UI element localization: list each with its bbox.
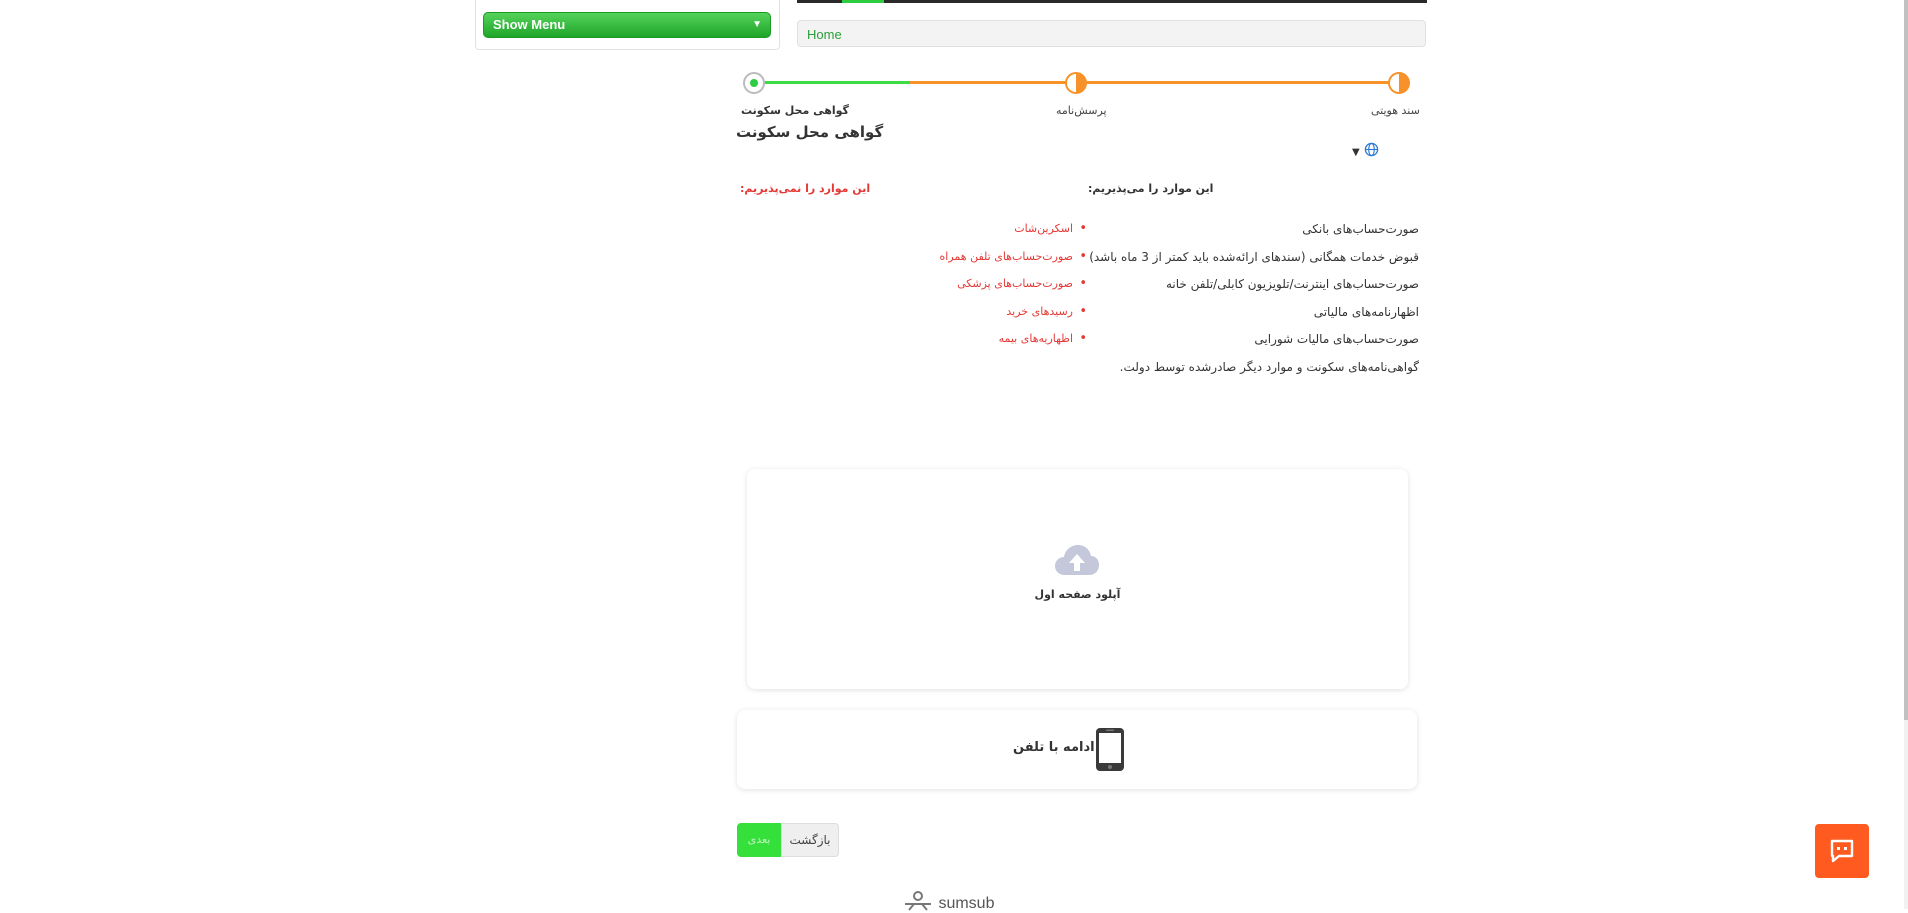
rejected-item: رسیدهای خرید	[940, 303, 1087, 331]
step-progress-pending	[910, 81, 1397, 84]
sumsub-wordmark: sumsub	[938, 895, 995, 912]
rejected-item: اسکرین‌شات	[940, 220, 1087, 248]
step-identity-label: سند هویتی	[1371, 104, 1420, 117]
language-arrow-icon: ▼	[1352, 147, 1360, 158]
rejected-item: صورت‌حساب‌های پزشکی	[940, 275, 1087, 303]
upload-front-page-dropzone[interactable]: آپلود صفحه اول	[747, 469, 1408, 689]
chat-button[interactable]	[1815, 824, 1869, 878]
accepted-item: صورت‌حساب‌های اینترنت/تلویزیون کابلی/تلف…	[1166, 277, 1419, 292]
menu-panel: Show Menu ▼	[475, 0, 780, 50]
show-menu-button[interactable]: Show Menu ▼	[483, 12, 771, 38]
breadcrumb-home-link[interactable]: Home	[807, 27, 842, 42]
sumsub-logo: sumsub	[902, 890, 994, 913]
continue-on-phone-card[interactable]: ادامه با تلفن	[737, 710, 1417, 789]
chat-bubble-icon	[1830, 839, 1854, 863]
step-progress-complete	[755, 81, 910, 84]
show-menu-label: Show Menu	[493, 17, 566, 32]
header-strip-highlight	[842, 0, 884, 3]
step-questionnaire-label: پرسش‌نامه	[1056, 104, 1107, 117]
accepted-heading: این موارد را می‌پذیریم:	[1088, 182, 1214, 195]
next-button[interactable]: بعدی	[737, 823, 781, 857]
globe-icon	[1364, 142, 1379, 157]
cloud-upload-icon	[1055, 545, 1099, 575]
language-selector[interactable]: ▼	[1352, 142, 1379, 159]
step-residence-indicator[interactable]	[743, 72, 765, 94]
rejected-item: اظهاریه‌های بیمه	[940, 330, 1088, 358]
accepted-item: گواهی‌نامه‌های سکونت و موارد دیگر صادرشد…	[1119, 359, 1419, 374]
scrollbar-thumb[interactable]	[1904, 0, 1908, 720]
document-title: گواهی محل سکونت	[736, 123, 884, 141]
accepted-item: صورت‌حساب‌های بانکی	[1302, 222, 1419, 236]
rejected-list: اسکرین‌شات صورت‌حساب‌های تلفن همراه صورت…	[940, 220, 1088, 358]
back-button[interactable]: بازگشت	[781, 823, 839, 857]
chevron-down-icon: ▼	[752, 19, 762, 30]
continue-on-phone-label: ادامه با تلفن	[1013, 740, 1095, 755]
step-questionnaire-indicator[interactable]	[1065, 72, 1087, 94]
accepted-item: اظهارنامه‌های مالیاتی	[1313, 304, 1419, 319]
step-identity-indicator[interactable]	[1388, 72, 1410, 94]
step-residence-label: گواهی محل سکونت	[741, 104, 849, 117]
breadcrumb: Home	[797, 20, 1426, 47]
accepted-list: صورت‌حساب‌های بانکی قبوض خدمات همگانی (س…	[1089, 220, 1419, 386]
accepted-item: قبوض خدمات همگانی (سندهای ارائه‌شده باید…	[1089, 249, 1419, 264]
phone-icon	[1096, 728, 1124, 771]
upload-front-page-label: آپلود صفحه اول	[1034, 588, 1121, 601]
rejected-item: صورت‌حساب‌های تلفن همراه	[940, 248, 1088, 276]
accepted-item: صورت‌حساب‌های مالیات شورایی	[1254, 332, 1419, 347]
header-image-strip	[797, 0, 1427, 3]
rejected-heading: این موارد را نمی‌پذیریم:	[740, 182, 871, 195]
